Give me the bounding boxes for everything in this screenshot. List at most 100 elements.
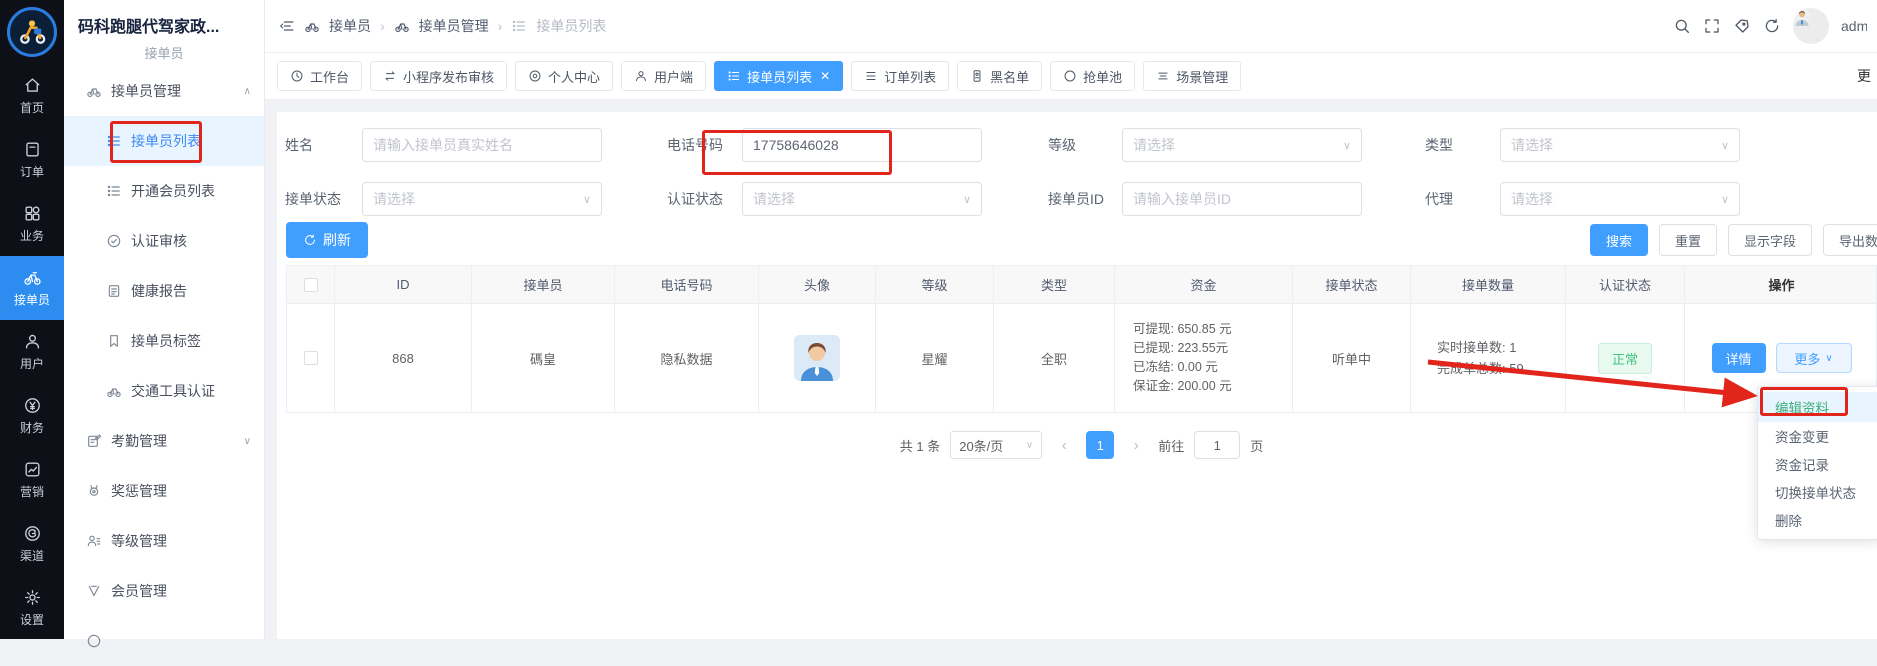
bookmark-icon [106, 333, 122, 349]
app-logo[interactable] [0, 0, 64, 64]
cell-id: 868 [335, 304, 472, 412]
sidebar-item-rewards[interactable]: 奖惩管理 [64, 466, 264, 516]
rail-item-channels[interactable]: 渠道 [0, 512, 64, 576]
sidebar-item-vehicle-auth[interactable]: 交通工具认证 [64, 366, 264, 416]
filter-order-status-label: 接单状态 [285, 182, 341, 216]
rail-item-users[interactable]: 用户 [0, 320, 64, 384]
name-input[interactable] [362, 128, 602, 162]
rail-item-finance[interactable]: 财务 [0, 384, 64, 448]
tab-label: 抢单池 [1083, 67, 1122, 86]
phone-input[interactable] [742, 128, 982, 162]
type-select[interactable]: 请选择 ∨ [1500, 128, 1740, 162]
tab-courier-list[interactable]: 接单员列表 ✕ [714, 61, 843, 91]
agent-select[interactable]: 请选择 ∨ [1500, 182, 1740, 216]
rail-item-home[interactable]: 首页 [0, 64, 64, 128]
check-circle-icon [106, 233, 122, 249]
fullscreen-icon[interactable] [1703, 17, 1721, 35]
sidebar-item-auth-review[interactable]: 认证审核 [64, 216, 264, 266]
goto-page-input[interactable] [1194, 431, 1240, 459]
next-page-icon[interactable]: › [1124, 431, 1148, 459]
menu-item-funds-record[interactable]: 资金记录 [1758, 450, 1877, 478]
sidebar-item-courier-list[interactable]: 接单员列表 [64, 116, 264, 166]
menu-item-delete[interactable]: 删除 [1758, 506, 1877, 534]
current-page-button[interactable]: 1 [1086, 431, 1114, 459]
worker-id-input[interactable] [1122, 182, 1362, 216]
menu-item-funds-change[interactable]: 资金变更 [1758, 422, 1877, 450]
tag-icon[interactable] [1733, 17, 1751, 35]
tab-scene-management[interactable]: 场景管理 [1143, 61, 1241, 91]
row-checkbox[interactable] [304, 351, 318, 365]
sidebar-item-partial[interactable] [64, 616, 264, 666]
courier-avatar [794, 335, 840, 381]
collapse-menu-icon[interactable] [279, 18, 295, 34]
detail-button[interactable]: 详情 [1712, 343, 1766, 373]
rail-item-settings[interactable]: 设置 [0, 576, 64, 640]
reset-button[interactable]: 重置 [1659, 224, 1717, 256]
rail-item-marketing[interactable]: 营销 [0, 448, 64, 512]
refresh-icon[interactable] [1763, 17, 1781, 35]
rail-item-couriers[interactable]: 接单员 [0, 256, 64, 320]
tab-label: 黑名单 [990, 67, 1029, 86]
tab-blacklist[interactable]: 黑名单 [957, 61, 1042, 91]
page-size-select[interactable]: 20条/页 ∨ [950, 431, 1042, 459]
rail-item-business[interactable]: 业务 [0, 192, 64, 256]
prev-page-icon[interactable]: ‹ [1052, 431, 1076, 459]
rail-item-orders[interactable]: 订单 [0, 128, 64, 192]
sidebar-item-courier-management[interactable]: 接单员管理 ∧ [64, 66, 264, 116]
finance-icon [23, 396, 42, 415]
refresh-button[interactable]: 刷新 [286, 222, 368, 258]
chevron-right-icon: › [380, 18, 385, 34]
search-button[interactable]: 搜索 [1590, 224, 1648, 256]
col-auth-status: 认证状态 [1566, 266, 1685, 303]
sidebar-item-health-report[interactable]: 健康报告 [64, 266, 264, 316]
cell-level: 星耀 [876, 304, 994, 412]
breadcrumb-item[interactable]: 接单员管理 [419, 16, 489, 36]
refresh-icon [303, 233, 317, 247]
tab-miniapp-review[interactable]: 小程序发布审核 [370, 61, 507, 91]
tabs-more-label[interactable]: 更 [1857, 66, 1871, 86]
col-order-status: 接单状态 [1293, 266, 1411, 303]
tab-order-list[interactable]: 订单列表 [851, 61, 949, 91]
user-lines-icon [86, 533, 102, 549]
tab-user-client[interactable]: 用户端 [621, 61, 706, 91]
breadcrumb-item[interactable]: 接单员 [329, 16, 371, 36]
topbar: 接单员 › 接单员管理 › 接单员列表 adm [265, 0, 1877, 53]
more-button[interactable]: 更多 ∨ [1776, 343, 1852, 373]
sidebar-item-label: 交通工具认证 [131, 381, 215, 401]
bike-icon [304, 18, 320, 34]
goto-suffix-label: 页 [1250, 436, 1263, 455]
user-avatar[interactable] [1793, 8, 1829, 44]
order-status-select[interactable]: 请选择 ∨ [362, 182, 602, 216]
sidebar-item-label: 接单员标签 [131, 331, 201, 351]
rail-item-label: 设置 [20, 611, 44, 628]
select-all-checkbox[interactable] [304, 278, 318, 292]
swap-arrows-icon [383, 69, 397, 83]
export-button[interactable]: 导出数据 [1823, 224, 1877, 256]
completed-orders: 完成单总数: 59 [1437, 358, 1524, 379]
sidebar-item-label: 奖惩管理 [111, 481, 167, 501]
menu-item-edit-profile[interactable]: 编辑资料 [1758, 392, 1877, 422]
bike-icon [106, 383, 122, 399]
avatar-person-icon [794, 335, 840, 381]
chevron-down-icon: ∨ [1721, 139, 1729, 152]
tab-profile-center[interactable]: 个人中心 [515, 61, 613, 91]
tab-workbench[interactable]: 工作台 [277, 61, 362, 91]
app-title: 码科跑腿代驾家政... [64, 0, 264, 39]
medal-icon [86, 483, 102, 499]
chevron-down-icon: ∨ [1343, 139, 1351, 152]
auth-status-select[interactable]: 请选择 ∨ [742, 182, 982, 216]
search-icon[interactable] [1673, 17, 1691, 35]
sidebar-item-levels[interactable]: 等级管理 [64, 516, 264, 566]
tab-label: 工作台 [310, 67, 349, 86]
level-select[interactable]: 请选择 ∨ [1122, 128, 1362, 162]
username-label[interactable]: adm [1841, 18, 1867, 34]
sidebar-item-members[interactable]: 会员管理 [64, 566, 264, 616]
sidebar-item-courier-tags[interactable]: 接单员标签 [64, 316, 264, 366]
sidebar-item-member-open-list[interactable]: 开通会员列表 [64, 166, 264, 216]
show-fields-button[interactable]: 显示字段 [1728, 224, 1812, 256]
close-icon[interactable]: ✕ [820, 69, 830, 83]
col-order-count: 接单数量 [1411, 266, 1566, 303]
sidebar-item-attendance[interactable]: 考勤管理 ∨ [64, 416, 264, 466]
menu-item-toggle-status[interactable]: 切换接单状态 [1758, 478, 1877, 506]
tab-order-pool[interactable]: 抢单池 [1050, 61, 1135, 91]
